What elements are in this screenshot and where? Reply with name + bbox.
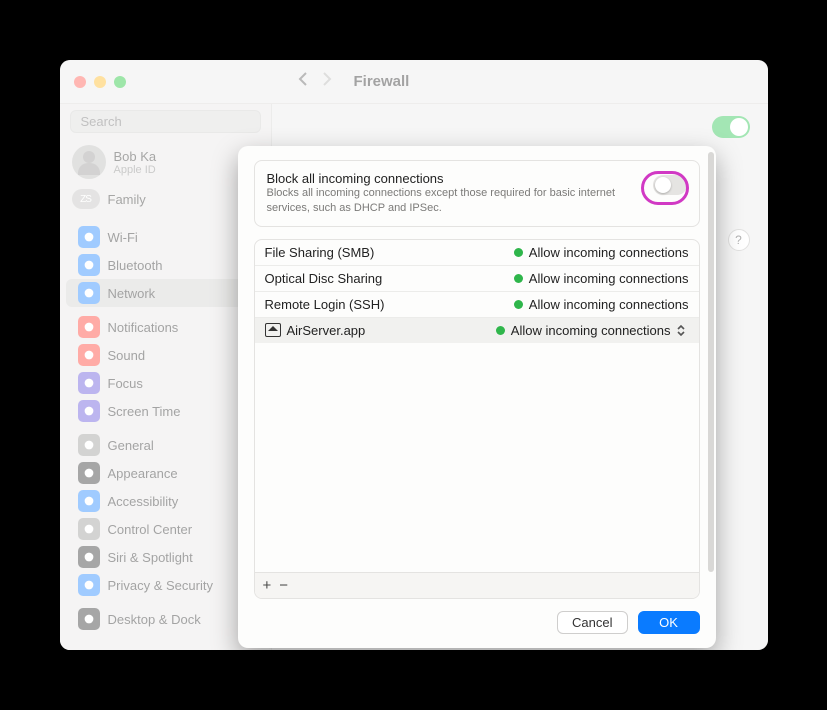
app-row[interactable]: Remote Login (SSH) Allow incoming connec… [255,292,699,318]
app-list: File Sharing (SMB) Allow incoming connec… [254,239,700,599]
status-dot-icon [514,248,523,257]
add-app-button[interactable]: + [263,577,272,594]
annotation-highlight [641,171,689,205]
cancel-button[interactable]: Cancel [557,611,627,634]
app-name: AirServer.app [287,323,366,338]
app-name: File Sharing (SMB) [265,245,375,260]
app-row[interactable]: AirServer.app Allow incoming connections [255,318,699,343]
status-dot-icon [514,274,523,283]
app-status: Allow incoming connections [529,245,689,260]
app-row[interactable]: File Sharing (SMB) Allow incoming connec… [255,240,699,266]
status-dot-icon [514,300,523,309]
app-row[interactable]: Optical Disc Sharing Allow incoming conn… [255,266,699,292]
ok-button[interactable]: OK [638,611,700,634]
app-status: Allow incoming connections [511,323,671,338]
firewall-options-sheet: Block all incoming connections Blocks al… [238,146,716,648]
app-name: Optical Disc Sharing [265,271,383,286]
block-all-title: Block all incoming connections [267,171,643,186]
status-dot-icon [496,326,505,335]
block-all-card: Block all incoming connections Blocks al… [254,160,700,227]
status-stepper[interactable] [677,323,689,337]
app-status: Allow incoming connections [529,297,689,312]
app-status: Allow incoming connections [529,271,689,286]
app-name: Remote Login (SSH) [265,297,385,312]
remove-app-button[interactable]: − [279,577,288,594]
block-all-desc: Blocks all incoming connections except t… [267,186,643,216]
app-icon [265,323,281,337]
list-toolbar: + − [255,572,699,598]
